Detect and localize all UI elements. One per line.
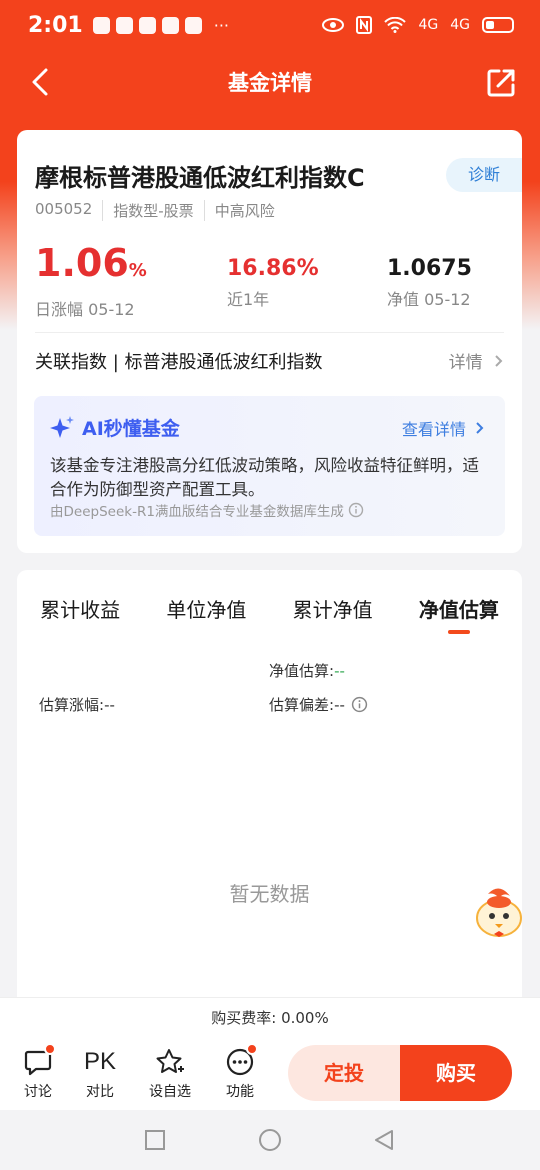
ai-footer-text: 由DeepSeek-R1满血版结合专业基金数据库生成	[50, 504, 344, 520]
est-change-value: --	[104, 696, 115, 714]
ai-title: AI秒懂基金	[50, 414, 180, 441]
discuss-icon-wrap	[8, 1043, 68, 1079]
nav-chart-card: 累计收益 单位净值 累计净值 净值估算 净值估算:-- 估算涨幅:-- 估算偏差…	[17, 570, 522, 1010]
functions-label: 功能	[226, 1084, 254, 1100]
fund-name: 摩根标普港股通低波红利指数C	[35, 164, 365, 192]
est-nav-value: --	[334, 662, 345, 680]
bottom-action-bar: 讨论 PK 对比 设自选 功能 定投 购买	[0, 1037, 540, 1110]
app-notification-icon	[138, 16, 156, 34]
est-change: 估算涨幅:--	[39, 694, 115, 715]
share-icon[interactable]	[486, 68, 516, 98]
app-notification-icon	[115, 16, 133, 34]
functions-icon-wrap	[210, 1043, 270, 1079]
fund-risk: 中高风险	[203, 200, 285, 221]
compare-button[interactable]: PK 对比	[70, 1045, 130, 1101]
ai-link-text: 查看详情	[401, 420, 466, 439]
purchase-fee: 购买费率: 0.00%	[0, 997, 540, 1037]
related-index-text: 关联指数 | 标普港股通低波红利指数	[35, 352, 323, 373]
eye-icon	[322, 18, 345, 32]
tab-cumulative-nav[interactable]: 累计净值	[270, 594, 396, 634]
recent-apps-icon[interactable]	[143, 1128, 167, 1152]
star-add-icon	[156, 1049, 184, 1073]
discuss-button[interactable]: 讨论	[8, 1043, 68, 1101]
mascot-assistant-icon[interactable]	[470, 884, 528, 942]
related-index-detail[interactable]: 详情	[449, 348, 504, 373]
day-change-number: 1.06	[35, 241, 129, 285]
pk-icon: PK	[83, 1048, 116, 1075]
notification-dot	[44, 1043, 56, 1055]
est-change-label: 估算涨幅:	[39, 696, 105, 714]
chart-tabs: 累计收益 单位净值 累计净值 净值估算	[17, 594, 522, 634]
buy-button[interactable]: 购买	[400, 1045, 512, 1101]
ai-view-details-link[interactable]: 查看详情	[402, 416, 485, 440]
est-nav-label: 净值估算:	[269, 662, 335, 680]
system-navigation-bar	[0, 1110, 540, 1170]
year-change-value: 16.86%	[227, 256, 319, 281]
back-nav-icon[interactable]	[372, 1128, 396, 1152]
related-index-row[interactable]: 关联指数 | 标普港股通低波红利指数 详情	[35, 348, 504, 376]
watchlist-label: 设自选	[149, 1084, 191, 1100]
divider	[35, 332, 504, 333]
chevron-right-icon	[495, 355, 503, 367]
year-change-stat: 16.86% 近1年	[227, 254, 319, 310]
nav-label: 净值 05-12	[387, 290, 471, 309]
ai-summary-box: AI秒懂基金 查看详情 该基金专注港股高分红低波动策略，风险收益特征鲜明，适合作…	[34, 396, 505, 536]
fund-summary-card: 摩根标普港股通低波红利指数C 诊断 005052 指数型-股票 中高风险 1.0…	[17, 130, 522, 553]
battery-icon	[482, 17, 514, 33]
fund-code: 005052	[35, 200, 93, 218]
est-deviation: 估算偏差:--	[269, 694, 368, 715]
diagnose-button[interactable]: 诊断	[446, 158, 522, 192]
top-nav: 基金详情	[0, 50, 540, 114]
est-deviation-label: 估算偏差:	[269, 696, 335, 714]
fund-meta: 005052 指数型-股票 中高风险	[35, 200, 285, 221]
nav-stat: 1.0675 净值 05-12	[387, 254, 472, 310]
ai-footer: 由DeepSeek-R1满血版结合专业基金数据库生成	[50, 500, 364, 520]
est-nav: 净值估算:--	[269, 660, 345, 681]
notification-dot	[246, 1043, 258, 1055]
tab-nav-estimate[interactable]: 净值估算	[396, 594, 522, 634]
no-data-text: 暂无数据	[229, 882, 310, 906]
info-icon[interactable]	[348, 502, 364, 518]
compare-label: 对比	[86, 1084, 114, 1100]
day-change-value: 1.06%	[35, 240, 147, 294]
nav-value: 1.0675	[387, 256, 472, 281]
chevron-right-icon	[476, 422, 484, 434]
signal-icon: 4G	[418, 17, 439, 33]
auto-invest-button[interactable]: 定投	[288, 1045, 400, 1101]
discuss-label: 讨论	[24, 1084, 52, 1100]
day-change-percent: %	[128, 260, 147, 281]
status-time: 2:01	[28, 12, 83, 38]
nfc-icon	[356, 16, 373, 34]
notification-icons: ···	[92, 15, 229, 35]
home-icon[interactable]	[258, 1128, 282, 1152]
ai-title-text: AI秒懂基金	[82, 418, 180, 440]
tab-cumulative-return[interactable]: 累计收益	[17, 594, 143, 634]
status-bar: 2:01 ··· 4G 4G	[0, 0, 540, 50]
fund-type: 指数型-股票	[102, 200, 203, 221]
est-deviation-value: --	[334, 696, 345, 714]
app-notification-icon	[184, 16, 202, 34]
info-icon[interactable]	[351, 696, 368, 713]
day-change-label: 日涨幅 05-12	[35, 300, 135, 319]
page-title: 基金详情	[228, 71, 312, 95]
more-notifications-icon: ···	[213, 15, 229, 35]
day-change-stat: 1.06% 日涨幅 05-12	[35, 240, 147, 320]
functions-button[interactable]: 功能	[210, 1043, 270, 1101]
watchlist-icon-wrap	[140, 1045, 200, 1079]
app-notification-icon	[92, 16, 110, 34]
year-change-label: 近1年	[227, 290, 270, 309]
sparkle-icon	[50, 415, 74, 438]
related-detail-label: 详情	[448, 353, 483, 373]
app-notification-icon	[161, 16, 179, 34]
tab-unit-nav[interactable]: 单位净值	[143, 594, 269, 634]
system-status: 4G 4G	[322, 16, 514, 34]
signal-icon-2: 4G	[450, 17, 470, 33]
wifi-icon	[384, 17, 407, 33]
add-watchlist-button[interactable]: 设自选	[140, 1045, 200, 1101]
ai-summary-text: 该基金专注港股高分红低波动策略，风险收益特征鲜明，适合作为防御型资产配置工具。	[50, 456, 479, 499]
